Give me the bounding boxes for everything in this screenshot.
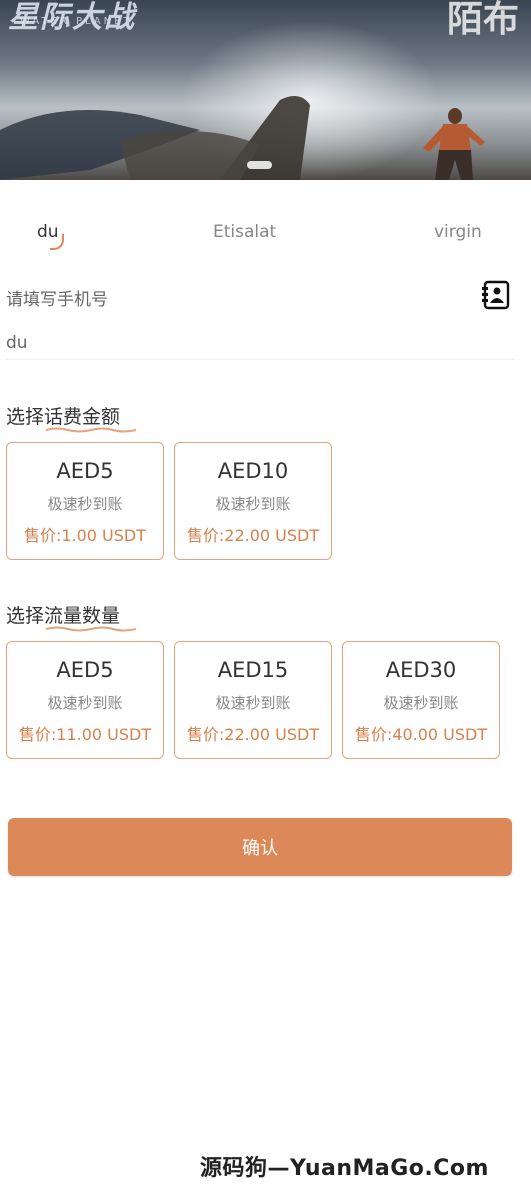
banner-corner-text: 陌布 [446,0,519,40]
option-price: 售价:22.00 USDT [186,526,320,545]
watermark-text: 源码狗—YuanMaGo.Com [200,1156,489,1181]
confirm-button[interactable]: 确认 [8,818,512,876]
data-option-card[interactable]: AED30 极速秒到账 售价:40.00 USDT [342,641,500,759]
option-amount: AED5 [56,658,114,682]
option-description: 极速秒到账 [215,694,291,712]
option-description: 极速秒到账 [383,694,459,712]
data-section-title: 选择流量数量 [6,601,136,632]
tab-virgin[interactable]: virgin [434,222,482,242]
carrier-tabs: du Etisalat virgin [0,222,531,254]
amount-option-card[interactable]: AED5 极速秒到账 售价:1.00 USDT [6,442,164,560]
option-description: 极速秒到账 [215,495,291,513]
amount-section-title: 选择话费金额 [6,402,136,433]
promo-banner[interactable]: 星际大战 WATER PLANET 陌布 [0,0,531,180]
banner-spaceship-art [0,96,310,180]
phone-number-label: 请填写手机号 [6,290,108,310]
option-amount: AED10 [217,459,289,483]
data-title-highlight: 流量数量 [44,605,121,627]
data-title-prefix: 选择 [6,605,45,627]
amount-title-prefix: 选择 [6,406,45,428]
option-amount: AED5 [56,459,114,483]
phone-number-input[interactable] [6,326,514,360]
data-option-card[interactable]: AED5 极速秒到账 售价:11.00 USDT [6,641,164,759]
carousel-indicator[interactable] [247,161,272,169]
option-price: 售价:40.00 USDT [354,725,488,744]
amount-title-highlight: 话费金额 [44,406,121,428]
option-amount: AED30 [385,658,457,682]
tab-etisalat[interactable]: Etisalat [213,222,276,242]
option-amount: AED15 [217,658,289,682]
data-option-card[interactable]: AED15 极速秒到账 售价:22.00 USDT [174,641,332,759]
amount-option-card[interactable]: AED10 极速秒到账 售价:22.00 USDT [174,442,332,560]
option-price: 售价:1.00 USDT [23,526,147,545]
title-underline-decoration [46,626,136,632]
banner-hero-figure [423,108,485,180]
contacts-book-icon[interactable] [481,280,511,310]
option-price: 售价:22.00 USDT [186,725,320,744]
title-underline-decoration [46,427,136,433]
banner-logo-subtitle: WATER PLANET [20,16,133,27]
option-price: 售价:11.00 USDT [18,725,152,744]
option-description: 极速秒到账 [47,694,123,712]
option-description: 极速秒到账 [47,495,123,513]
